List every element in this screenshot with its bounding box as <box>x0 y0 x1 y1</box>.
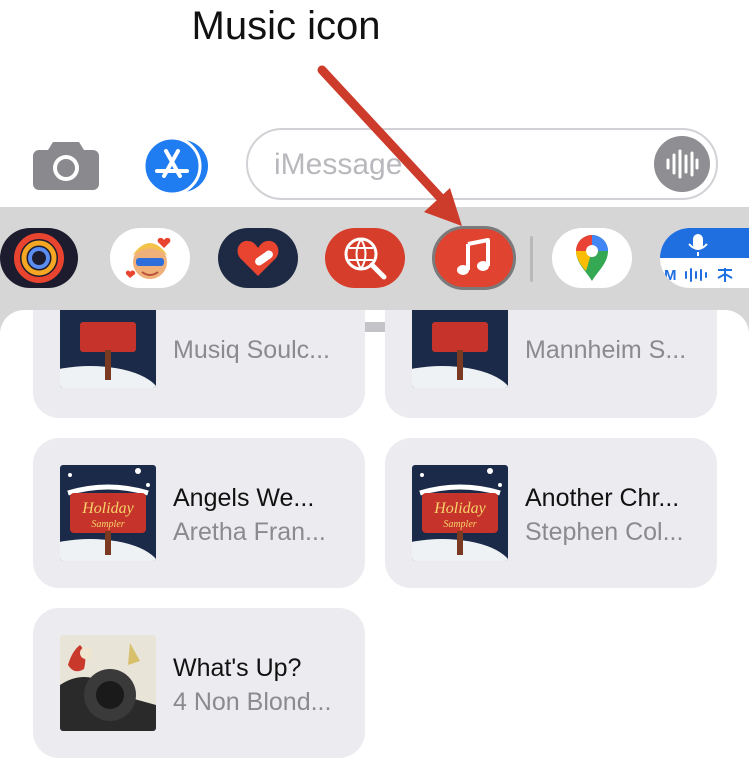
song-card[interactable]: Mannheim S... <box>385 310 717 418</box>
album-art: Holiday Sampler <box>412 465 508 561</box>
app-store-button[interactable] <box>140 136 212 196</box>
app-store-icon <box>142 136 208 196</box>
song-card[interactable]: Holiday Sampler Angels We... Aretha Fran… <box>33 438 365 588</box>
imessage-input[interactable]: iMessage <box>246 128 718 200</box>
song-card[interactable]: What's Up? 4 Non Blond... <box>33 608 365 758</box>
song-title: Angels We... <box>173 484 315 512</box>
holiday-sampler-art <box>60 310 156 388</box>
holiday-sampler-art: Holiday Sampler <box>60 465 156 561</box>
message-placeholder: iMessage <box>274 148 403 181</box>
art-text: Holiday <box>81 500 134 517</box>
waveform-icon <box>666 149 699 179</box>
song-card[interactable]: Musiq Soulc... <box>33 310 365 418</box>
app-google-maps[interactable] <box>552 228 632 288</box>
art-text: Sampler <box>443 519 476 530</box>
app-music[interactable] <box>432 226 516 290</box>
song-title: What's Up? <box>173 654 302 682</box>
art-text: Holiday <box>433 500 486 517</box>
music-note-icon <box>457 238 490 275</box>
album-art <box>412 310 508 388</box>
app-image-search[interactable] <box>325 228 405 288</box>
song-card[interactable]: Holiday Sampler Another Chr... Stephen C… <box>385 438 717 588</box>
microphone-icon: M <box>660 228 749 284</box>
activity-rings-icon <box>14 233 64 283</box>
maps-pin-icon <box>576 235 608 281</box>
heart-bandage-icon <box>237 240 279 276</box>
app-fitness[interactable] <box>0 228 78 288</box>
audio-message-button[interactable] <box>654 136 710 192</box>
album-art <box>60 635 156 731</box>
app-voice-dictation[interactable]: M <box>660 228 749 288</box>
song-artist: Aretha Fran... <box>173 518 326 546</box>
song-artist: 4 Non Blond... <box>173 688 332 716</box>
song-artist: Musiq Soulc... <box>173 336 331 364</box>
camera-icon <box>33 142 99 190</box>
app-heart[interactable] <box>218 228 298 288</box>
holiday-sampler-art: Holiday Sampler <box>412 465 508 561</box>
holiday-sampler-art <box>412 310 508 388</box>
annotation-title: Music icon <box>191 4 381 48</box>
camera-button[interactable] <box>33 138 99 190</box>
song-artist: Stephen Col... <box>525 518 684 546</box>
art-text: Sampler <box>91 519 124 530</box>
drawer-divider <box>530 236 533 282</box>
album-art <box>60 310 156 388</box>
app-memoji[interactable] <box>110 228 190 288</box>
album-art: Holiday Sampler <box>60 465 156 561</box>
memoji-sticker-icon <box>125 237 171 279</box>
song-title: Another Chr... <box>525 484 680 512</box>
music-sheet[interactable]: Musiq Soulc... Mannheim S... Holiday Sam… <box>0 310 749 758</box>
globe-search-icon <box>344 237 387 280</box>
bigger-better-faster-art <box>60 635 156 731</box>
song-artist: Mannheim S... <box>525 336 687 364</box>
